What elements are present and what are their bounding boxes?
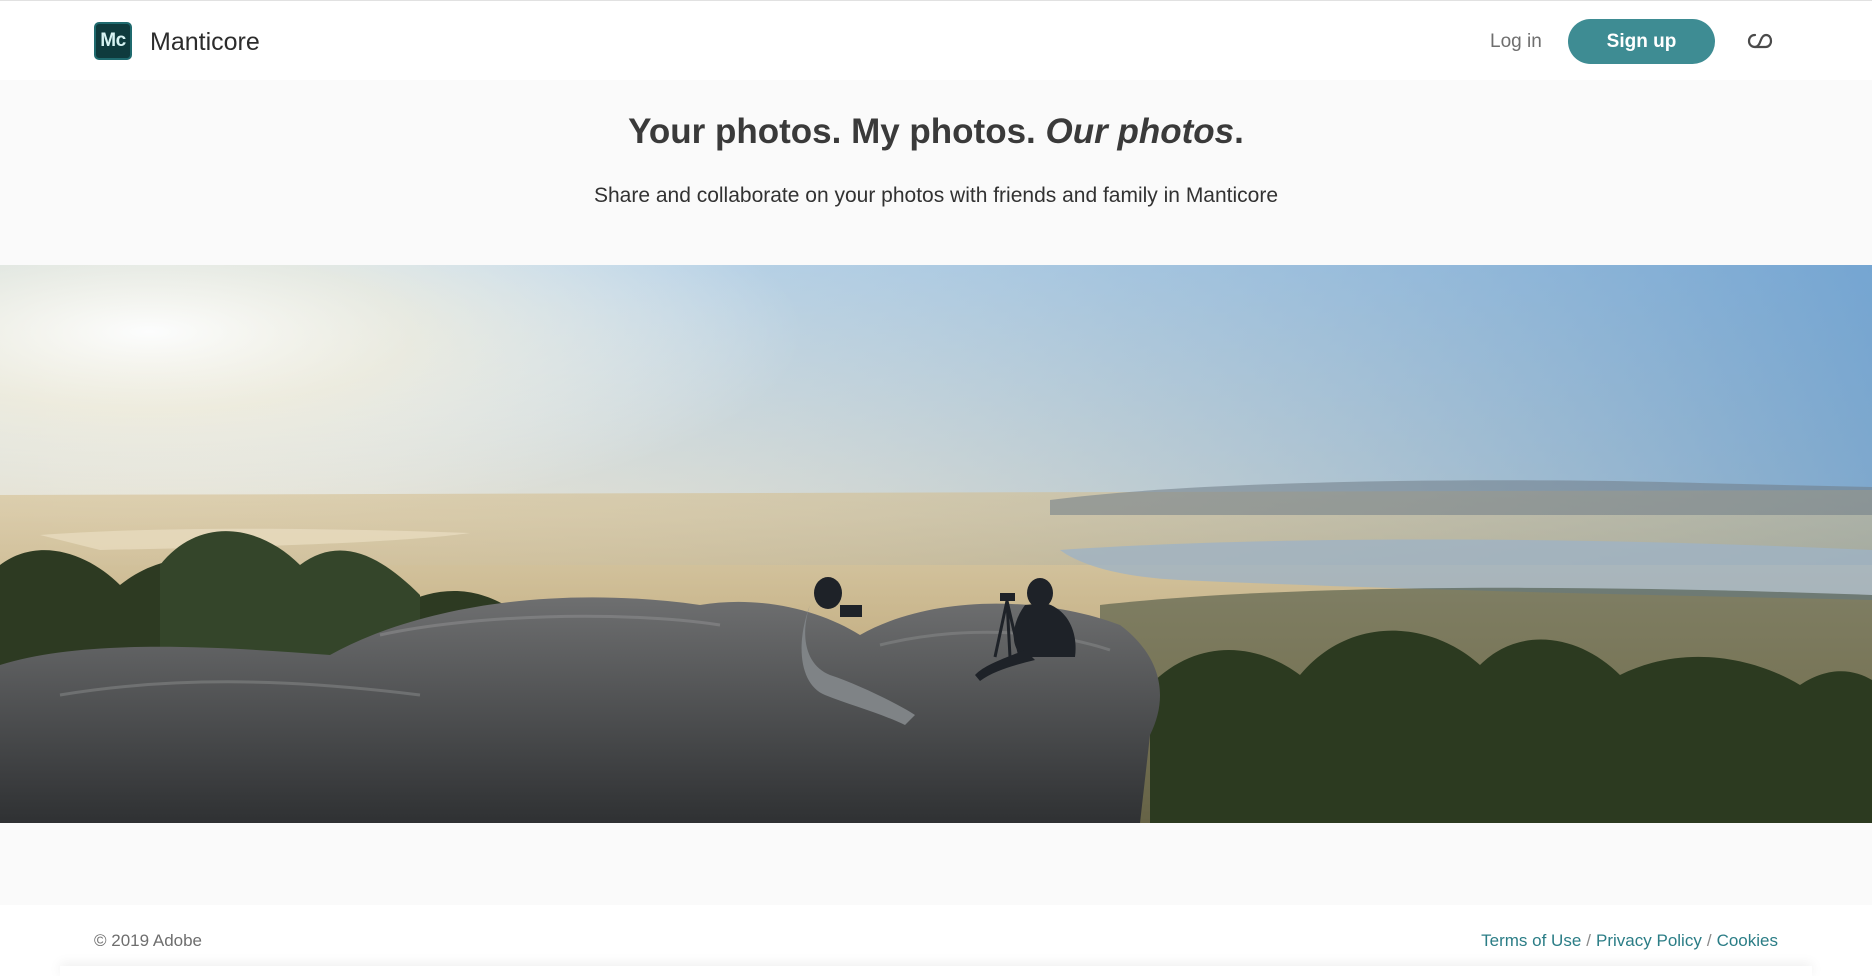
- top-nav-bar: Mc Manticore Log in Sign up: [0, 0, 1872, 80]
- signup-button[interactable]: Sign up: [1568, 19, 1715, 64]
- hero-text-section: Your photos. My photos. Our photos. Shar…: [0, 80, 1872, 265]
- manticore-logo-icon[interactable]: Mc: [94, 22, 132, 60]
- footer-separator: /: [1586, 931, 1592, 950]
- login-link[interactable]: Log in: [1490, 29, 1542, 55]
- privacy-policy-link[interactable]: Privacy Policy: [1596, 931, 1702, 950]
- footer-links: Terms of Use / Privacy Policy / Cookies: [1481, 930, 1778, 952]
- footer-separator: /: [1706, 931, 1712, 950]
- headline-end: .: [1234, 112, 1244, 151]
- page-subheadline: Share and collaborate on your photos wit…: [593, 184, 1279, 207]
- hero-photo: [0, 265, 1872, 823]
- headline-emphasis: Our photos: [1045, 112, 1235, 151]
- brand-name[interactable]: Manticore: [150, 26, 260, 58]
- page-footer: © 2019 Adobe Terms of Use / Privacy Policy…: [0, 905, 1872, 976]
- page-headline: Your photos. My photos. Our photos.: [0, 110, 1872, 154]
- creative-cloud-icon[interactable]: [1746, 28, 1774, 54]
- headline-main: Your photos. My photos.: [628, 112, 1036, 151]
- hero-photo-illustration: [0, 265, 1872, 823]
- copyright-text: © 2019 Adobe: [94, 931, 203, 950]
- terms-of-use-link[interactable]: Terms of Use: [1481, 931, 1581, 950]
- cookies-link[interactable]: Cookies: [1717, 931, 1778, 950]
